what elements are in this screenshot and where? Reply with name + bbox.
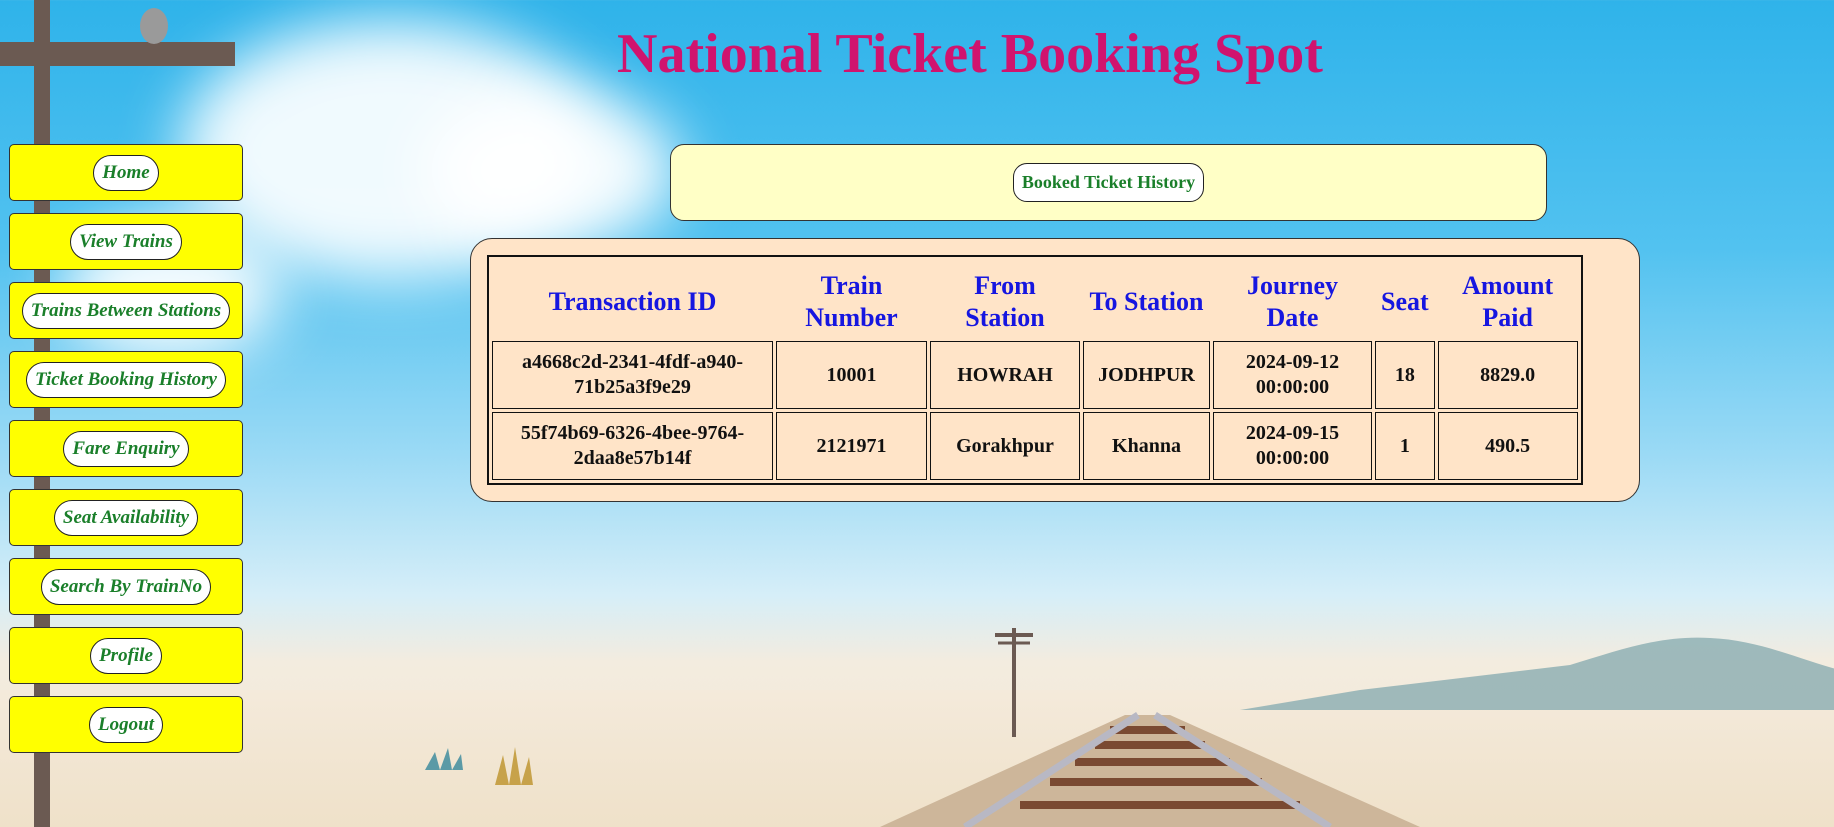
sidebar-item-trains-between-stations[interactable]: Trains Between Stations [9,282,243,339]
cell-journey-date: 2024-09-12 00:00:00 [1213,341,1372,409]
cell-to-station: Khanna [1083,412,1210,480]
sidebar-item-home[interactable]: Home [9,144,243,201]
header-amount-paid: Amount Paid [1462,271,1554,332]
booking-history-table: Transaction ID Train Number From Station… [487,255,1583,485]
history-header-panel: Booked Ticket History [670,144,1547,221]
cell-seat: 18 [1375,341,1435,409]
sidebar-item-fare-enquiry[interactable]: Fare Enquiry [9,420,243,477]
page-title: National Ticket Booking Spot [617,23,1323,85]
cell-train-number: 10001 [776,341,927,409]
history-table-panel: Transaction ID Train Number From Station… [470,238,1640,502]
profile-link[interactable]: Profile [90,637,162,674]
sidebar-item-seat-availability[interactable]: Seat Availability [9,489,243,546]
header-journey-date: Journey Date [1247,271,1338,332]
table-row: 55f74b69-6326-4bee-9764-2daa8e57b14f 212… [492,412,1578,480]
search-by-trainno-link[interactable]: Search By TrainNo [40,568,212,605]
ticket-booking-history-link[interactable]: Ticket Booking History [26,361,226,398]
cell-transaction-id: a4668c2d-2341-4fdf-a940-71b25a3f9e29 [492,341,773,409]
cell-from-station: HOWRAH [930,341,1080,409]
table-header-row: Transaction ID Train Number From Station… [492,260,1578,338]
header-from-station: From Station [965,271,1045,332]
booked-ticket-history-button[interactable]: Booked Ticket History [1012,163,1205,202]
cell-journey-date: 2024-09-15 00:00:00 [1213,412,1372,480]
cell-from-station: Gorakhpur [930,412,1080,480]
view-trains-link[interactable]: View Trains [70,223,182,260]
fare-enquiry-link[interactable]: Fare Enquiry [63,430,189,467]
cell-amount-paid: 8829.0 [1437,341,1578,409]
sidebar-item-view-trains[interactable]: View Trains [9,213,243,270]
cell-seat: 1 [1375,412,1435,480]
sidebar-nav: Home View Trains Trains Between Stations… [9,144,243,765]
logout-link[interactable]: Logout [89,706,163,743]
sidebar-item-profile[interactable]: Profile [9,627,243,684]
cell-train-number: 2121971 [776,412,927,480]
header-to-station: To Station [1089,287,1204,316]
trains-between-stations-link[interactable]: Trains Between Stations [21,292,231,329]
cell-to-station: JODHPUR [1083,341,1210,409]
sidebar-item-search-by-trainno[interactable]: Search By TrainNo [9,558,243,615]
sidebar-item-logout[interactable]: Logout [9,696,243,753]
home-link[interactable]: Home [93,154,159,191]
header-seat: Seat [1381,287,1429,316]
sidebar-item-ticket-booking-history[interactable]: Ticket Booking History [9,351,243,408]
cell-transaction-id: 55f74b69-6326-4bee-9764-2daa8e57b14f [492,412,773,480]
cell-amount-paid: 490.5 [1437,412,1578,480]
header-train-number: Train Number [805,271,898,332]
header-transaction-id: Transaction ID [548,287,717,316]
table-row: a4668c2d-2341-4fdf-a940-71b25a3f9e29 100… [492,341,1578,409]
seat-availability-link[interactable]: Seat Availability [53,499,199,536]
